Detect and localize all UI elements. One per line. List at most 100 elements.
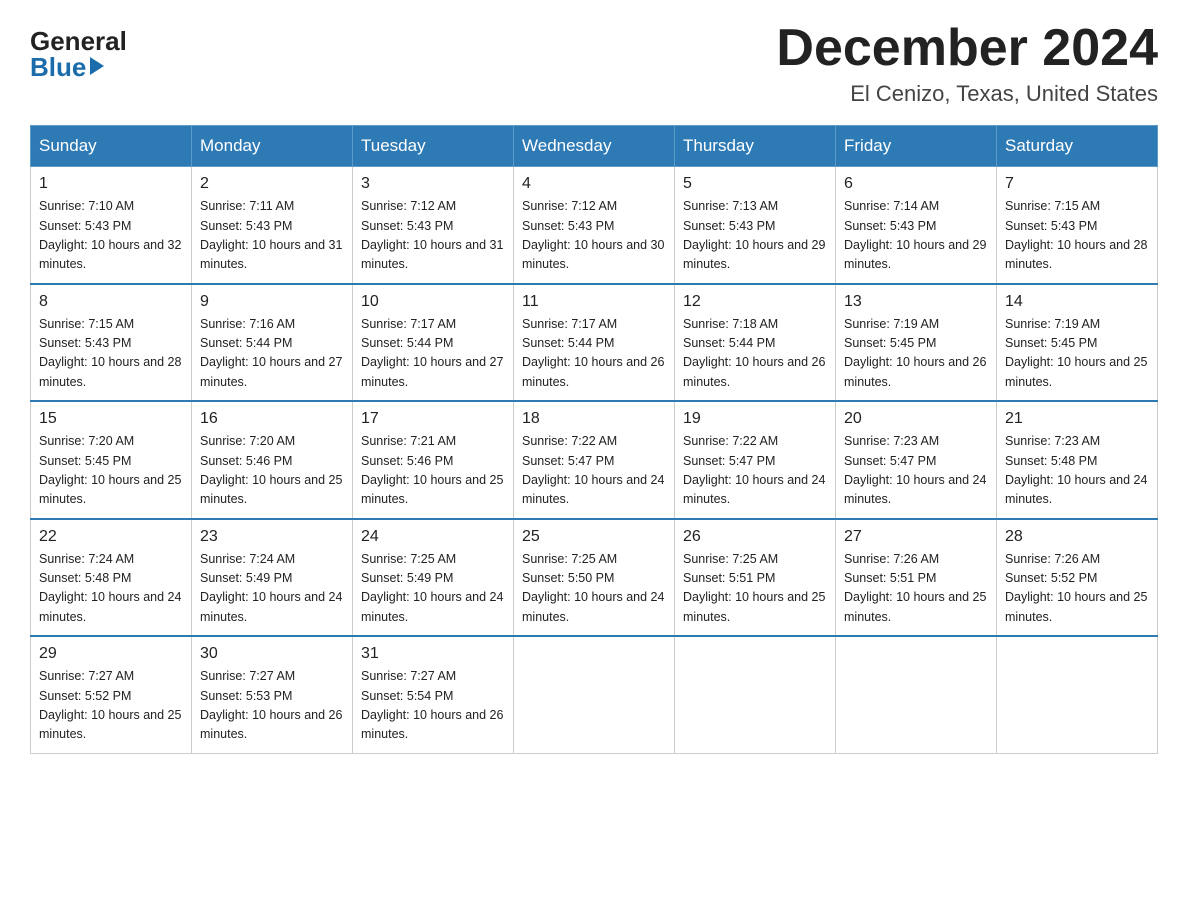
- calendar-week-row: 29 Sunrise: 7:27 AMSunset: 5:52 PMDaylig…: [31, 636, 1158, 753]
- day-number: 30: [200, 645, 344, 663]
- day-number: 3: [361, 175, 505, 193]
- day-number: 24: [361, 528, 505, 546]
- calendar-day-cell: 4 Sunrise: 7:12 AMSunset: 5:43 PMDayligh…: [514, 167, 675, 284]
- calendar-day-cell: 17 Sunrise: 7:21 AMSunset: 5:46 PMDaylig…: [353, 401, 514, 519]
- day-info: Sunrise: 7:22 AMSunset: 5:47 PMDaylight:…: [683, 434, 825, 506]
- calendar-day-cell: 7 Sunrise: 7:15 AMSunset: 5:43 PMDayligh…: [997, 167, 1158, 284]
- calendar-day-cell: 21 Sunrise: 7:23 AMSunset: 5:48 PMDaylig…: [997, 401, 1158, 519]
- calendar-week-row: 22 Sunrise: 7:24 AMSunset: 5:48 PMDaylig…: [31, 519, 1158, 637]
- day-number: 23: [200, 528, 344, 546]
- calendar-day-header: Thursday: [675, 126, 836, 167]
- day-number: 17: [361, 410, 505, 428]
- day-info: Sunrise: 7:16 AMSunset: 5:44 PMDaylight:…: [200, 317, 342, 389]
- day-number: 20: [844, 410, 988, 428]
- location-subtitle: El Cenizo, Texas, United States: [776, 81, 1158, 107]
- day-number: 13: [844, 293, 988, 311]
- calendar-day-cell: 24 Sunrise: 7:25 AMSunset: 5:49 PMDaylig…: [353, 519, 514, 637]
- day-number: 4: [522, 175, 666, 193]
- calendar-day-header: Monday: [192, 126, 353, 167]
- page-header: General Blue December 2024 El Cenizo, Te…: [30, 20, 1158, 107]
- day-info: Sunrise: 7:11 AMSunset: 5:43 PMDaylight:…: [200, 199, 342, 271]
- calendar-week-row: 8 Sunrise: 7:15 AMSunset: 5:43 PMDayligh…: [31, 284, 1158, 402]
- calendar-week-row: 15 Sunrise: 7:20 AMSunset: 5:45 PMDaylig…: [31, 401, 1158, 519]
- calendar-day-cell: 15 Sunrise: 7:20 AMSunset: 5:45 PMDaylig…: [31, 401, 192, 519]
- calendar-header-row: SundayMondayTuesdayWednesdayThursdayFrid…: [31, 126, 1158, 167]
- calendar-day-cell: [997, 636, 1158, 753]
- day-info: Sunrise: 7:15 AMSunset: 5:43 PMDaylight:…: [1005, 199, 1147, 271]
- calendar-day-cell: 6 Sunrise: 7:14 AMSunset: 5:43 PMDayligh…: [836, 167, 997, 284]
- day-number: 29: [39, 645, 183, 663]
- logo-general-text: General: [30, 28, 127, 54]
- day-number: 28: [1005, 528, 1149, 546]
- day-info: Sunrise: 7:17 AMSunset: 5:44 PMDaylight:…: [361, 317, 503, 389]
- calendar-day-cell: 27 Sunrise: 7:26 AMSunset: 5:51 PMDaylig…: [836, 519, 997, 637]
- day-number: 25: [522, 528, 666, 546]
- day-info: Sunrise: 7:25 AMSunset: 5:51 PMDaylight:…: [683, 552, 825, 624]
- day-number: 5: [683, 175, 827, 193]
- calendar-day-cell: 3 Sunrise: 7:12 AMSunset: 5:43 PMDayligh…: [353, 167, 514, 284]
- month-title: December 2024: [776, 20, 1158, 77]
- day-number: 1: [39, 175, 183, 193]
- calendar-day-header: Friday: [836, 126, 997, 167]
- calendar-day-cell: 23 Sunrise: 7:24 AMSunset: 5:49 PMDaylig…: [192, 519, 353, 637]
- calendar-day-cell: 30 Sunrise: 7:27 AMSunset: 5:53 PMDaylig…: [192, 636, 353, 753]
- calendar-day-header: Wednesday: [514, 126, 675, 167]
- calendar-day-cell: [836, 636, 997, 753]
- day-info: Sunrise: 7:12 AMSunset: 5:43 PMDaylight:…: [522, 199, 664, 271]
- calendar-day-cell: 2 Sunrise: 7:11 AMSunset: 5:43 PMDayligh…: [192, 167, 353, 284]
- calendar-day-cell: 28 Sunrise: 7:26 AMSunset: 5:52 PMDaylig…: [997, 519, 1158, 637]
- day-info: Sunrise: 7:22 AMSunset: 5:47 PMDaylight:…: [522, 434, 664, 506]
- day-info: Sunrise: 7:25 AMSunset: 5:49 PMDaylight:…: [361, 552, 503, 624]
- day-number: 26: [683, 528, 827, 546]
- calendar-day-cell: [675, 636, 836, 753]
- calendar-day-header: Saturday: [997, 126, 1158, 167]
- day-number: 6: [844, 175, 988, 193]
- day-number: 2: [200, 175, 344, 193]
- calendar-day-cell: 14 Sunrise: 7:19 AMSunset: 5:45 PMDaylig…: [997, 284, 1158, 402]
- day-info: Sunrise: 7:27 AMSunset: 5:53 PMDaylight:…: [200, 669, 342, 741]
- day-info: Sunrise: 7:24 AMSunset: 5:48 PMDaylight:…: [39, 552, 181, 624]
- calendar-day-cell: 10 Sunrise: 7:17 AMSunset: 5:44 PMDaylig…: [353, 284, 514, 402]
- calendar-day-cell: 11 Sunrise: 7:17 AMSunset: 5:44 PMDaylig…: [514, 284, 675, 402]
- day-info: Sunrise: 7:13 AMSunset: 5:43 PMDaylight:…: [683, 199, 825, 271]
- calendar-day-cell: 22 Sunrise: 7:24 AMSunset: 5:48 PMDaylig…: [31, 519, 192, 637]
- logo-triangle-icon: [90, 57, 104, 75]
- day-number: 8: [39, 293, 183, 311]
- day-number: 15: [39, 410, 183, 428]
- title-area: December 2024 El Cenizo, Texas, United S…: [776, 20, 1158, 107]
- calendar-day-cell: [514, 636, 675, 753]
- day-number: 10: [361, 293, 505, 311]
- calendar-day-cell: 25 Sunrise: 7:25 AMSunset: 5:50 PMDaylig…: [514, 519, 675, 637]
- calendar-day-cell: 31 Sunrise: 7:27 AMSunset: 5:54 PMDaylig…: [353, 636, 514, 753]
- day-number: 16: [200, 410, 344, 428]
- calendar-day-cell: 18 Sunrise: 7:22 AMSunset: 5:47 PMDaylig…: [514, 401, 675, 519]
- day-number: 27: [844, 528, 988, 546]
- calendar-day-cell: 8 Sunrise: 7:15 AMSunset: 5:43 PMDayligh…: [31, 284, 192, 402]
- day-info: Sunrise: 7:20 AMSunset: 5:46 PMDaylight:…: [200, 434, 342, 506]
- calendar-day-cell: 26 Sunrise: 7:25 AMSunset: 5:51 PMDaylig…: [675, 519, 836, 637]
- day-number: 31: [361, 645, 505, 663]
- day-number: 19: [683, 410, 827, 428]
- day-number: 14: [1005, 293, 1149, 311]
- calendar-day-cell: 5 Sunrise: 7:13 AMSunset: 5:43 PMDayligh…: [675, 167, 836, 284]
- calendar-table: SundayMondayTuesdayWednesdayThursdayFrid…: [30, 125, 1158, 754]
- calendar-day-cell: 1 Sunrise: 7:10 AMSunset: 5:43 PMDayligh…: [31, 167, 192, 284]
- day-info: Sunrise: 7:23 AMSunset: 5:47 PMDaylight:…: [844, 434, 986, 506]
- calendar-day-header: Sunday: [31, 126, 192, 167]
- calendar-day-cell: 29 Sunrise: 7:27 AMSunset: 5:52 PMDaylig…: [31, 636, 192, 753]
- calendar-day-cell: 13 Sunrise: 7:19 AMSunset: 5:45 PMDaylig…: [836, 284, 997, 402]
- day-number: 11: [522, 293, 666, 311]
- day-number: 12: [683, 293, 827, 311]
- day-info: Sunrise: 7:15 AMSunset: 5:43 PMDaylight:…: [39, 317, 181, 389]
- day-info: Sunrise: 7:21 AMSunset: 5:46 PMDaylight:…: [361, 434, 503, 506]
- calendar-day-cell: 19 Sunrise: 7:22 AMSunset: 5:47 PMDaylig…: [675, 401, 836, 519]
- day-info: Sunrise: 7:19 AMSunset: 5:45 PMDaylight:…: [1005, 317, 1147, 389]
- calendar-day-header: Tuesday: [353, 126, 514, 167]
- calendar-day-cell: 9 Sunrise: 7:16 AMSunset: 5:44 PMDayligh…: [192, 284, 353, 402]
- day-number: 9: [200, 293, 344, 311]
- day-number: 18: [522, 410, 666, 428]
- day-info: Sunrise: 7:27 AMSunset: 5:52 PMDaylight:…: [39, 669, 181, 741]
- day-info: Sunrise: 7:23 AMSunset: 5:48 PMDaylight:…: [1005, 434, 1147, 506]
- day-info: Sunrise: 7:25 AMSunset: 5:50 PMDaylight:…: [522, 552, 664, 624]
- day-number: 22: [39, 528, 183, 546]
